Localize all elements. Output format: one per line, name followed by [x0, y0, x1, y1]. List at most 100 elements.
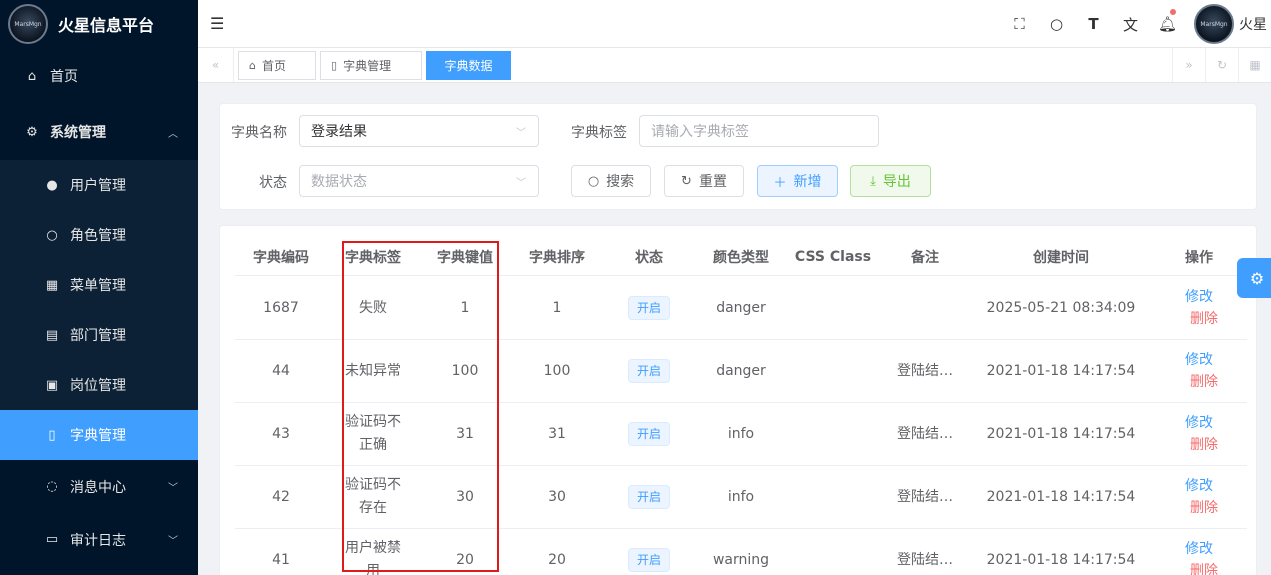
- sidebar-item-label: 系统管理: [50, 125, 106, 141]
- plus-icon: ＋: [773, 175, 787, 191]
- cell-css: [787, 403, 879, 465]
- dict-name-label: 字典名称: [231, 125, 287, 141]
- cell-css: [787, 529, 879, 575]
- badge-icon: ▣: [45, 377, 59, 393]
- chat-icon: ◌: [46, 479, 58, 494]
- sidebar: MarsMgn 火星信息平台 ⌂ 首页 ⚙ 系统管理 ︿ ● 用户管理 ○ 角色…: [0, 0, 198, 575]
- th-actions: 操作: [1185, 249, 1213, 266]
- download-icon: ⤓: [870, 173, 876, 189]
- grid-menu-icon[interactable]: ▦: [1238, 48, 1271, 82]
- cell-label: 未知异常: [345, 362, 401, 379]
- chevron-down-icon: ﹀: [516, 128, 526, 139]
- sidebar-item-system[interactable]: ⚙ 系统管理 ︿: [0, 104, 198, 160]
- dict-name-value: 登录结果: [311, 124, 367, 140]
- dict-tag-input[interactable]: 请输入字典标签: [639, 115, 879, 147]
- sidebar-item-depts[interactable]: ▤ 部门管理: [0, 310, 198, 360]
- sidebar-item-label: 审计日志: [70, 532, 126, 549]
- cell-remark: 登陆结…: [879, 466, 971, 528]
- edit-link[interactable]: 修改: [1185, 538, 1213, 560]
- export-button[interactable]: ⤓ 导出: [850, 165, 931, 197]
- add-button-label: 新增: [793, 174, 822, 190]
- edit-link[interactable]: 修改: [1185, 286, 1213, 308]
- table-row: 44 未知异常 100 100 开启 danger 登陆结… 2021-01-1…: [235, 340, 1247, 403]
- sidebar-item-menus[interactable]: ▦ 菜单管理: [0, 260, 198, 310]
- tag-label: 字典管理: [343, 59, 392, 73]
- cell-created: 2021-01-18 14:17:54: [986, 362, 1136, 379]
- cell-created: 2021-01-18 14:17:54: [986, 551, 1136, 568]
- cell-value: 100: [451, 362, 479, 379]
- system-submenu: ● 用户管理 ○ 角色管理 ▦ 菜单管理 ▤ 部门管理 ▣ 岗位管理 ▯ 字典管…: [0, 160, 198, 460]
- sidebar-item-messages[interactable]: ◌ 消息中心 ﹀: [0, 460, 198, 513]
- refresh-icon[interactable]: ↻: [1205, 48, 1238, 82]
- cell-code: 42: [272, 488, 290, 505]
- sidebar-item-roles[interactable]: ○ 角色管理: [0, 210, 198, 260]
- th-created: 创建时间: [1033, 249, 1089, 266]
- translate-icon[interactable]: 文: [1112, 0, 1149, 48]
- cell-created: 2025-05-21 08:34:09: [986, 299, 1136, 316]
- cell-remark: [879, 277, 971, 339]
- sidebar-item-label: 菜单管理: [70, 278, 126, 294]
- export-button-label: 导出: [882, 174, 911, 190]
- remark-text: 登陆结…: [897, 362, 953, 379]
- tags-scroll-left-icon[interactable]: «: [198, 48, 234, 82]
- sidebar-item-dict[interactable]: ▯ 字典管理: [0, 410, 198, 460]
- cell-remark: 登陆结…: [879, 340, 971, 402]
- tag-dict-manage[interactable]: ▯ 字典管理: [320, 51, 422, 80]
- add-button[interactable]: ＋ 新增: [757, 165, 838, 197]
- edit-link[interactable]: 修改: [1185, 412, 1213, 434]
- delete-link[interactable]: 删除: [1190, 497, 1218, 519]
- grid-icon: ▦: [45, 277, 59, 293]
- cell-created: 2021-01-18 14:17:54: [986, 425, 1136, 442]
- font-size-icon[interactable]: T: [1075, 0, 1112, 48]
- menu-fold-icon[interactable]: ☰: [210, 14, 224, 33]
- fullscreen-icon[interactable]: ⛶: [1001, 0, 1038, 48]
- sidebar-item-posts[interactable]: ▣ 岗位管理: [0, 360, 198, 410]
- cell-sort: 1: [552, 299, 562, 316]
- delete-link[interactable]: 删除: [1190, 434, 1218, 456]
- sidebar-item-users[interactable]: ● 用户管理: [0, 160, 198, 210]
- tag-home[interactable]: ⌂ 首页: [238, 51, 316, 80]
- search-button[interactable]: ○ 搜索: [571, 165, 651, 197]
- settings-float-button[interactable]: ⚙: [1237, 258, 1271, 298]
- cell-value: 30: [456, 488, 474, 505]
- delete-link[interactable]: 删除: [1190, 371, 1218, 393]
- bell-icon[interactable]: 🔔︎: [1149, 0, 1186, 48]
- search-button-label: 搜索: [606, 174, 635, 190]
- sidebar-item-label: 字典管理: [70, 428, 126, 444]
- cell-label: 用户被禁用: [345, 540, 401, 575]
- sidebar-item-label: 消息中心: [70, 479, 126, 496]
- brand-title: 火星信息平台: [58, 16, 155, 35]
- th-value: 字典键值: [437, 249, 493, 266]
- remark-text: 登陆结…: [897, 425, 953, 442]
- table-row: 43 验证码不正确 31 31 开启 info 登陆结… 2021-01-18 …: [235, 403, 1247, 466]
- tag-label: 字典数据: [444, 59, 493, 73]
- cell-label: 验证码不正确: [345, 414, 401, 453]
- edit-link[interactable]: 修改: [1185, 475, 1213, 497]
- status-select[interactable]: 数据状态 ﹀: [299, 165, 539, 197]
- edit-link[interactable]: 修改: [1185, 349, 1213, 371]
- tag-dict-data[interactable]: 字典数据: [426, 51, 511, 80]
- sidebar-item-audit[interactable]: ▭ 审计日志 ﹀: [0, 513, 198, 566]
- username[interactable]: 火星: [1239, 14, 1267, 34]
- dict-data-table: 字典编码 字典标签 字典键值 字典排序 状态 颜色类型 CSS Class 备注…: [219, 225, 1257, 575]
- search-form: 字典名称 登录结果 ﹀ 字典标签 请输入字典标签 状态 数据状态 ﹀ ○ 搜索 …: [219, 103, 1257, 210]
- user-outline-icon: ○: [46, 227, 58, 243]
- search-icon[interactable]: ○: [1038, 0, 1075, 48]
- sidebar-item-home[interactable]: ⌂ 首页: [0, 48, 198, 104]
- cell-status: 开启: [603, 340, 695, 402]
- cell-actions: 修改 删除: [1151, 340, 1247, 402]
- cell-color: warning: [712, 551, 770, 568]
- cell-color: danger: [716, 299, 766, 316]
- tags-scroll-right-icon[interactable]: »: [1172, 48, 1205, 82]
- delete-link[interactable]: 删除: [1190, 308, 1218, 330]
- reset-button[interactable]: ↻ 重置: [664, 165, 744, 197]
- avatar[interactable]: MarsMgn: [1194, 4, 1234, 44]
- cell-css: [787, 466, 879, 528]
- cell-actions: 修改 删除: [1151, 466, 1247, 528]
- dict-name-select[interactable]: 登录结果 ﹀: [299, 115, 539, 147]
- delete-link[interactable]: 删除: [1190, 560, 1218, 575]
- cell-code: 41: [272, 551, 290, 568]
- chevron-up-icon: ︿: [168, 128, 178, 140]
- gear-icon: ⚙: [1249, 268, 1265, 288]
- cell-actions: 修改 删除: [1151, 277, 1247, 339]
